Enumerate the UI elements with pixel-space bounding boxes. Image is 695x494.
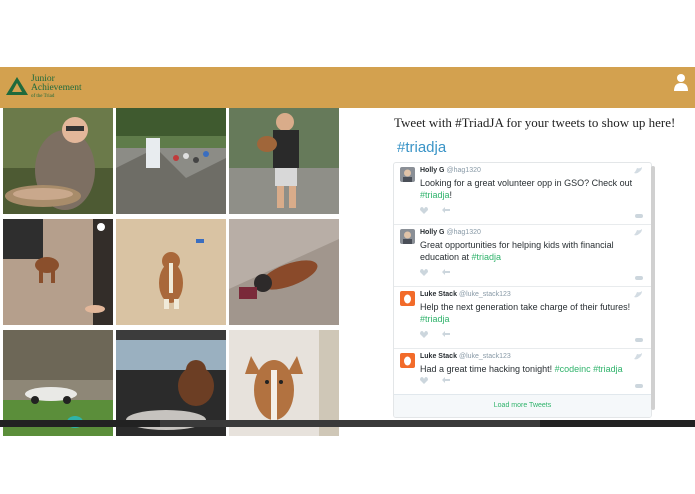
tweet-author[interactable]: Luke Stack @luke_stack123 — [420, 353, 511, 360]
logo-line-3: of the Triad — [31, 94, 55, 99]
author-name: Luke Stack — [420, 353, 457, 360]
author-name: Luke Stack — [420, 291, 457, 298]
avatar[interactable] — [400, 229, 415, 244]
tweet-actions — [420, 371, 451, 389]
junior-achievement-logo[interactable]: Junior Achievement of the Triad — [6, 74, 96, 103]
hashtag-link[interactable]: #triadja — [472, 252, 502, 262]
logo-triangle-icon — [6, 77, 28, 95]
tweet-item[interactable]: Luke Stack @luke_stack123 Help the next g… — [394, 287, 651, 349]
share-icon[interactable] — [442, 331, 451, 338]
tweet-text: Help the next generation take charge of … — [420, 302, 631, 324]
hashtag-link[interactable]: #triadja — [593, 364, 623, 374]
twitter-widget: #triadja Holly G @hag1320 Looking for a g… — [393, 136, 656, 418]
avatar[interactable] — [400, 353, 415, 368]
author-handle: @luke_stack123 — [458, 353, 511, 360]
site-header: Junior Achievement of the Triad — [0, 67, 695, 108]
widget-hashtag-title[interactable]: #triadja — [397, 139, 446, 156]
twitter-bird-icon — [634, 291, 642, 298]
dock-icons — [160, 420, 540, 427]
more-options-icon[interactable] — [635, 276, 643, 280]
logo-text: Junior Achievement of the Triad — [31, 74, 82, 100]
feed-scrollbar[interactable] — [651, 166, 655, 410]
twitter-bird-icon — [634, 167, 642, 174]
photo-man-holding-fish[interactable] — [3, 108, 113, 214]
photo-puppy-sitting[interactable] — [116, 219, 226, 325]
like-icon[interactable] — [420, 269, 428, 276]
tweet-actions — [420, 263, 451, 281]
load-more-tweets-button[interactable]: Load more Tweets — [394, 394, 651, 417]
photo-waterfall-crowd[interactable] — [116, 108, 226, 214]
more-options-icon[interactable] — [635, 384, 643, 388]
more-options-icon[interactable] — [635, 214, 643, 218]
twitter-bird-icon — [634, 229, 642, 236]
tweet-actions — [420, 325, 451, 343]
tweet-feed: Holly G @hag1320 Looking for a great volu… — [393, 162, 652, 418]
share-icon[interactable] — [442, 377, 451, 384]
tweet-author[interactable]: Luke Stack @luke_stack123 — [420, 291, 511, 298]
photo-man-holding-puppy[interactable] — [229, 108, 339, 214]
user-icon[interactable] — [674, 73, 688, 91]
tweet-author[interactable]: Holly G @hag1320 — [420, 229, 481, 236]
more-options-icon[interactable] — [635, 338, 643, 342]
tweet-instructions-heading: Tweet with #TriadJA for your tweets to s… — [394, 115, 676, 130]
like-icon[interactable] — [420, 331, 428, 338]
tweet-actions — [420, 201, 451, 219]
tweet-item[interactable]: Holly G @hag1320 Looking for a great volu… — [394, 163, 651, 225]
like-icon[interactable] — [420, 377, 428, 384]
photo-gallery — [3, 108, 339, 436]
tweet-author[interactable]: Holly G @hag1320 — [420, 167, 481, 174]
photo-dog-lying-down[interactable] — [229, 219, 339, 325]
tweet-item[interactable]: Luke Stack @luke_stack123 Had a great tim… — [394, 349, 651, 393]
hashtag-link[interactable]: #codeinc — [555, 364, 591, 374]
tweet-text: Looking for a great volunteer opp in GSO… — [420, 178, 633, 200]
author-name: Holly G — [420, 229, 445, 236]
os-dock-strip — [0, 420, 695, 427]
author-handle: @hag1320 — [446, 167, 481, 174]
tweet-text: Great opportunities for helping kids wit… — [420, 240, 614, 262]
photo-dog-on-carpet[interactable] — [3, 219, 113, 325]
author-handle: @hag1320 — [446, 229, 481, 236]
twitter-bird-icon — [634, 353, 642, 360]
hashtag-link[interactable]: #triadja — [420, 314, 450, 324]
tweet-text: Had a great time hacking tonight! #codei… — [420, 364, 623, 374]
like-icon[interactable] — [420, 207, 428, 214]
avatar[interactable] — [400, 291, 415, 306]
hashtag-link[interactable]: #triadja — [420, 190, 450, 200]
author-handle: @luke_stack123 — [458, 291, 511, 298]
share-icon[interactable] — [442, 207, 451, 214]
tweet-item[interactable]: Holly G @hag1320 Great opportunities for … — [394, 225, 651, 287]
avatar[interactable] — [400, 167, 415, 182]
logo-line-2: Achievement — [31, 83, 82, 93]
author-name: Holly G — [420, 167, 445, 174]
share-icon[interactable] — [442, 269, 451, 276]
